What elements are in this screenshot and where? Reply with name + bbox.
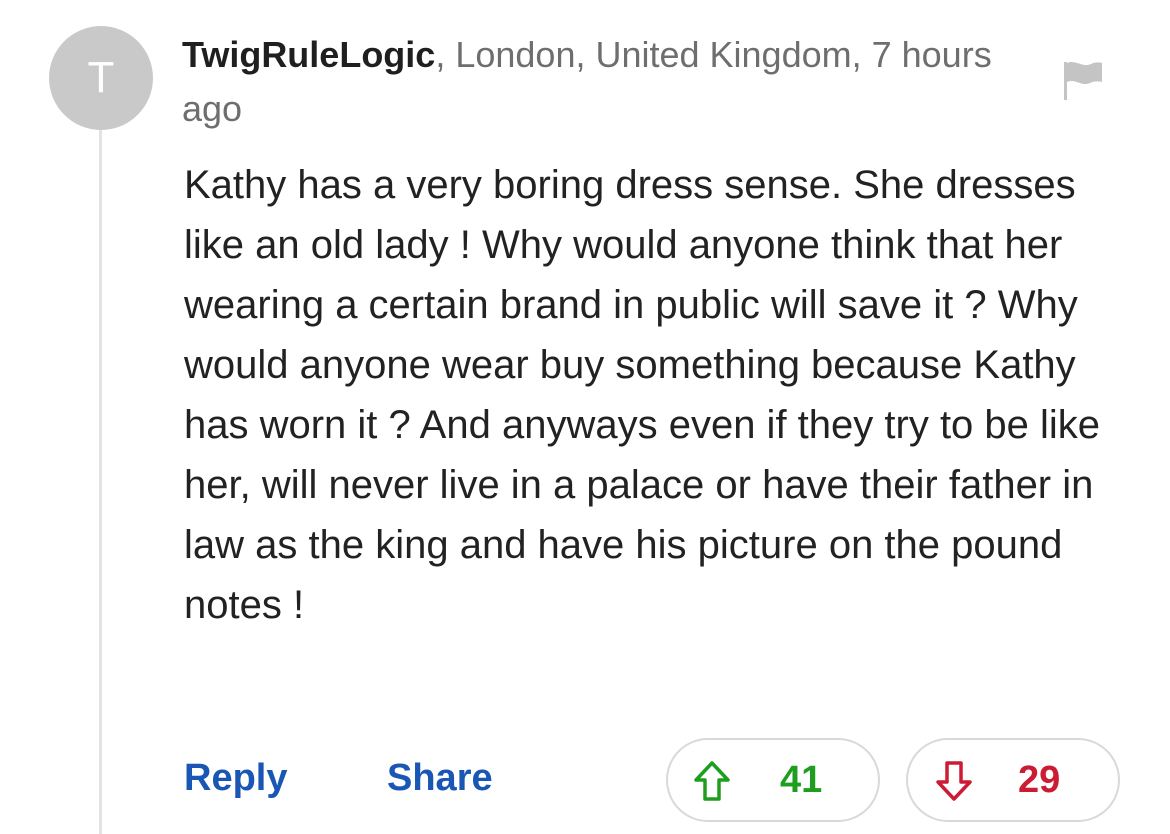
downvote-count: 29 bbox=[1018, 759, 1061, 801]
arrow-up-icon bbox=[694, 761, 730, 801]
comment-body: Kathy has a very boring dress sense. She… bbox=[184, 163, 1101, 627]
share-button[interactable]: Share bbox=[387, 752, 493, 804]
avatar[interactable]: T bbox=[49, 26, 153, 130]
comment-meta: TwigRuleLogic, London, United Kingdom, 7… bbox=[182, 28, 1002, 136]
flag-icon[interactable] bbox=[1061, 60, 1105, 100]
upvote-button[interactable]: 41 bbox=[666, 738, 880, 822]
arrow-down-icon bbox=[936, 761, 972, 801]
thread-line bbox=[99, 130, 102, 834]
reply-button[interactable]: Reply bbox=[184, 752, 287, 804]
username[interactable]: TwigRuleLogic bbox=[182, 34, 435, 75]
upvote-count: 41 bbox=[780, 759, 823, 801]
downvote-button[interactable]: 29 bbox=[906, 738, 1120, 822]
avatar-initial: T bbox=[87, 53, 115, 102]
